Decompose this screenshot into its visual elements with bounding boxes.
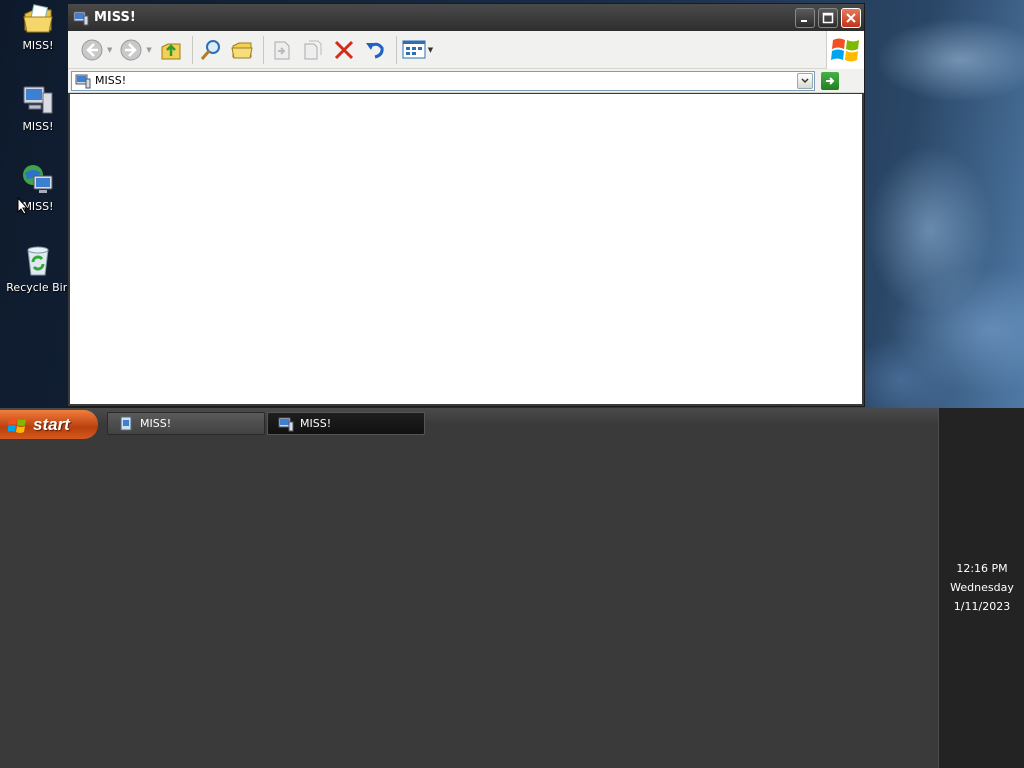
address-value: MISS!	[95, 74, 127, 87]
move-to-icon	[274, 41, 290, 59]
search-icon	[200, 39, 220, 60]
chevron-down-icon	[801, 77, 809, 83]
taskbar-button[interactable]: MISS!	[107, 412, 265, 435]
undo-button[interactable]	[361, 36, 389, 64]
undo-icon	[365, 42, 384, 58]
views-dropdown-icon[interactable]: ▼	[428, 46, 433, 54]
copy-to-button[interactable]	[299, 36, 327, 64]
my-computer-icon	[23, 86, 53, 114]
toolbar-separator	[191, 35, 193, 64]
recycle-bin-icon	[27, 246, 49, 276]
clock-time: 12:16 PM	[956, 562, 1008, 575]
copy-to-icon	[304, 40, 322, 59]
up-folder-icon	[161, 43, 181, 59]
views-icon	[402, 40, 426, 58]
folders-button[interactable]	[228, 36, 256, 64]
maximize-icon	[822, 12, 834, 23]
move-to-button[interactable]	[268, 36, 296, 64]
clock-day: Wednesday	[950, 581, 1014, 594]
my-network-places-icon	[23, 165, 53, 193]
my-documents-icon	[120, 416, 132, 430]
my-documents-icon	[23, 4, 53, 33]
folder-content-area[interactable]	[70, 94, 862, 404]
desktop-icon-label: MISS!	[22, 39, 54, 52]
minimize-icon	[801, 19, 807, 22]
go-arrow-icon	[826, 76, 835, 85]
windows-logo	[826, 31, 864, 69]
toolbar-separator	[262, 35, 264, 64]
forward-icon	[120, 39, 142, 60]
standard-toolbar: ▼ ▼ ▼	[68, 31, 864, 69]
back-button[interactable]	[78, 36, 106, 64]
desktop-icon-network[interactable]: MISS!	[4, 163, 72, 213]
desktop-icon-recycle-bin[interactable]: Recycle Bin	[4, 244, 72, 294]
address-dropdown-button[interactable]	[797, 72, 813, 89]
back-icon	[81, 39, 103, 60]
clock[interactable]: 12:16 PM Wednesday 1/11/2023	[939, 559, 1024, 616]
window-computer-icon	[73, 11, 89, 25]
mouse-cursor-icon	[17, 197, 29, 215]
address-field[interactable]: MISS!	[71, 70, 815, 91]
go-button[interactable]	[821, 71, 839, 90]
desktop-icon-label: Recycle Bin	[6, 281, 70, 294]
start-label: start	[33, 414, 70, 434]
window-titlebar[interactable]: MISS!	[68, 4, 864, 31]
taskbar-button-active[interactable]: MISS!	[267, 412, 425, 435]
views-button[interactable]	[401, 36, 427, 64]
desktop-icon-computer[interactable]: MISS!	[4, 83, 72, 133]
notification-area: 12:16 PM Wednesday 1/11/2023	[938, 408, 1024, 768]
up-button[interactable]	[157, 36, 185, 64]
toolbar-separator	[395, 35, 397, 64]
my-computer-icon	[278, 417, 294, 431]
taskbar: start MISS! MISS! 12:16 PM Wednesday 1/1…	[0, 408, 1024, 768]
desktop-icon-documents[interactable]: MISS!	[4, 2, 72, 52]
window-title: MISS!	[94, 10, 136, 25]
search-button[interactable]	[197, 36, 225, 64]
desktop: MISS! MISS! MISS! Recycle Bin MISS! ▼ ▼ …	[0, 0, 1024, 408]
delete-button[interactable]	[330, 36, 358, 64]
start-button[interactable]: start	[0, 410, 98, 439]
maximize-button[interactable]	[818, 7, 838, 28]
back-dropdown-icon[interactable]: ▼	[107, 46, 112, 54]
clock-date: 1/11/2023	[953, 600, 1011, 613]
minimize-button[interactable]	[795, 7, 815, 28]
taskbar-button-label: MISS!	[140, 417, 172, 430]
delete-icon	[334, 40, 353, 59]
address-bar: MISS!	[68, 69, 864, 93]
address-computer-icon	[75, 74, 91, 88]
forward-dropdown-icon[interactable]: ▼	[146, 46, 151, 54]
folders-icon	[231, 42, 253, 58]
explorer-window[interactable]: MISS! ▼ ▼ ▼ MISS!	[67, 3, 865, 407]
windows-flag-icon	[830, 38, 859, 62]
forward-button[interactable]	[117, 36, 145, 64]
close-icon	[846, 12, 856, 23]
close-button[interactable]	[841, 7, 861, 28]
desktop-icon-label: MISS!	[22, 120, 54, 133]
taskbar-button-label: MISS!	[300, 417, 332, 430]
windows-flag-icon	[8, 417, 26, 433]
